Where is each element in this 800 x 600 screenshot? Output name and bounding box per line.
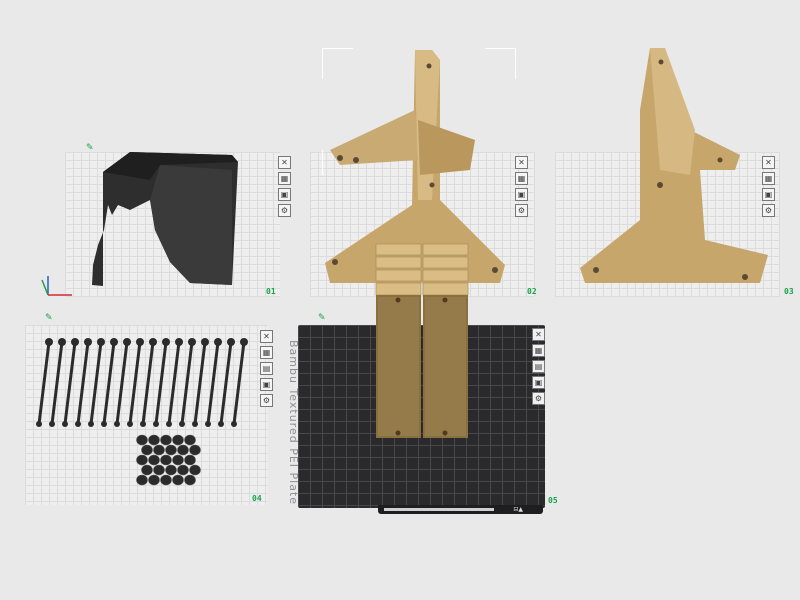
nut-part — [153, 444, 165, 456]
nut-part — [184, 454, 196, 466]
nut-part — [136, 474, 148, 486]
nut-part — [136, 434, 148, 446]
rod-part — [114, 338, 131, 427]
rod-part — [166, 338, 183, 427]
rod-part — [49, 338, 66, 427]
rod-part — [205, 338, 222, 427]
nut-part — [141, 444, 153, 456]
nut-part — [148, 454, 160, 466]
nut-part — [189, 444, 201, 456]
model-black-part — [92, 152, 238, 286]
models-canvas — [36, 48, 768, 486]
nut-part — [177, 444, 189, 456]
rod-part — [179, 338, 196, 427]
rod-part — [218, 338, 235, 427]
rod-part — [153, 338, 170, 427]
nut-part — [172, 474, 184, 486]
nut-part — [172, 434, 184, 446]
rod-part — [140, 338, 157, 427]
nut-part — [160, 434, 172, 446]
nut-part — [153, 464, 165, 476]
model-nuts — [136, 434, 201, 486]
rod-part — [127, 338, 144, 427]
nut-part — [148, 474, 160, 486]
nut-part — [177, 464, 189, 476]
rod-part — [192, 338, 209, 427]
rod-part — [88, 338, 105, 427]
nut-part — [141, 464, 153, 476]
nut-part — [160, 474, 172, 486]
nut-part — [160, 454, 172, 466]
axis-gizmo-icon — [41, 276, 72, 296]
nut-part — [184, 434, 196, 446]
nut-part — [165, 444, 177, 456]
nut-part — [136, 454, 148, 466]
rod-part — [101, 338, 118, 427]
rod-part — [36, 338, 53, 427]
nut-part — [165, 464, 177, 476]
nut-part — [184, 474, 196, 486]
rod-part — [75, 338, 92, 427]
model-rods — [36, 338, 248, 427]
nut-part — [172, 454, 184, 466]
model-wood-bracket-side — [580, 48, 768, 283]
rod-part — [62, 338, 79, 427]
nut-part — [189, 464, 201, 476]
rod-part — [231, 338, 248, 427]
nut-part — [148, 434, 160, 446]
